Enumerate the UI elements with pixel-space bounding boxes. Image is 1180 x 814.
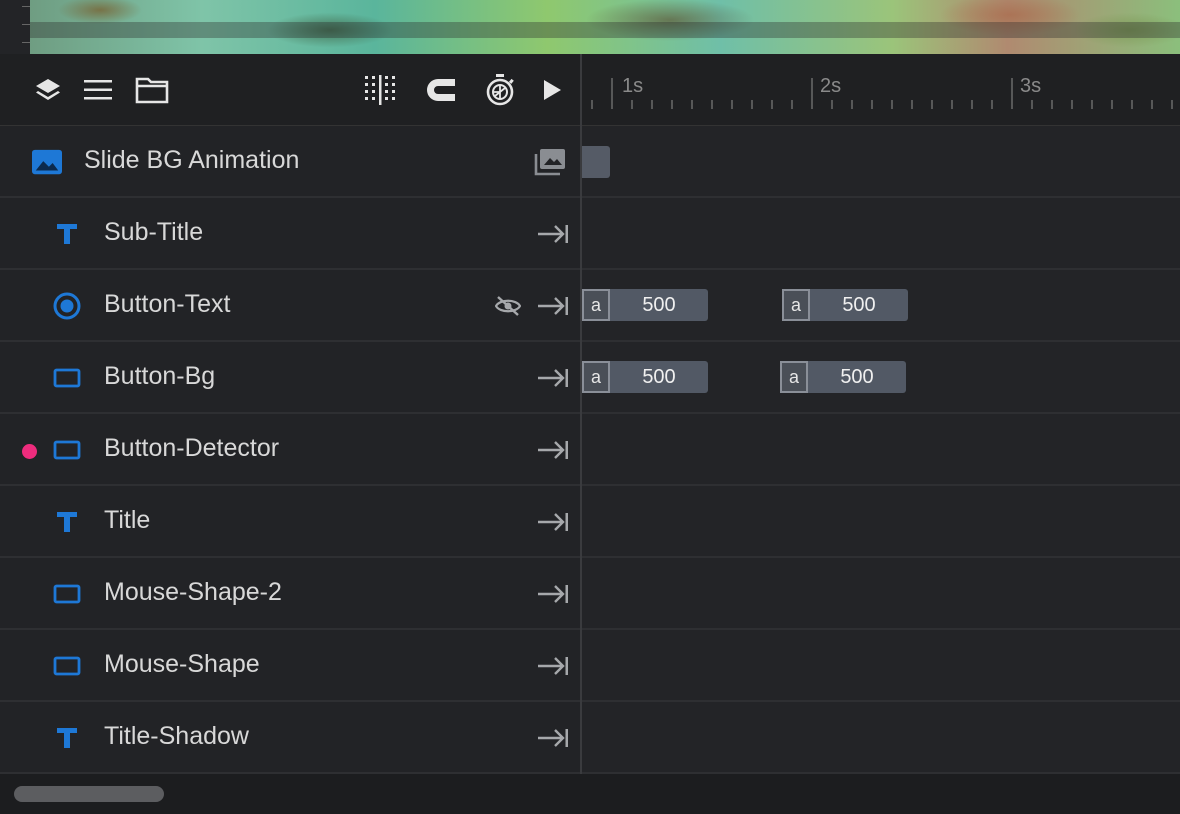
track-mouse-shape[interactable] [582,630,1180,702]
ruler-ticks [591,78,1173,109]
segment-duration[interactable]: 500 [610,361,708,393]
layer-label: Title-Shadow [104,722,249,750]
radio-layer-icon [52,292,82,320]
layer-row-button-text[interactable]: Button-Text [0,270,580,342]
ruler-label-2s: 2s [820,75,842,97]
list-icon[interactable] [80,74,116,106]
grid-snap-icon[interactable] [362,74,398,106]
track-title[interactable] [582,486,1180,558]
layer-label: Title [104,506,151,534]
track-slide-bg-animation[interactable] [582,126,1180,198]
layer-row-button-bg[interactable]: Button-Bg [0,342,580,414]
layer-list: Slide BG Animation Sub-Title Button-Text [0,126,580,774]
jump-to-end-icon[interactable] [536,294,570,318]
animation-segment[interactable]: a 500 [582,289,708,321]
image-gallery-icon[interactable] [534,147,566,177]
track-title-shadow[interactable] [582,702,1180,774]
shape-layer-icon [52,364,82,392]
text-layer-icon [52,220,82,248]
magnet-icon[interactable] [422,74,458,106]
segment-duration[interactable]: 500 [810,289,908,321]
segment-tag[interactable]: a [582,361,610,393]
animation-segment[interactable]: a 500 [582,361,708,393]
layer-row-button-detector[interactable]: Button-Detector [0,414,580,486]
text-layer-icon [52,508,82,536]
track-button-bg[interactable]: a 500 a 500 [582,342,1180,414]
jump-to-end-icon[interactable] [536,582,570,606]
layers-toolbar [0,54,580,126]
slide-background-image [30,0,1180,54]
layer-label: Button-Bg [104,362,216,390]
animation-segment[interactable]: a 500 [780,361,906,393]
bg-animation-block[interactable] [582,146,610,178]
segment-duration[interactable]: 500 [610,289,708,321]
track-button-detector[interactable] [582,414,1180,486]
segment-tag[interactable]: a [780,361,808,393]
layer-row-slide-bg-animation[interactable]: Slide BG Animation [0,126,580,198]
track-mouse-shape-2[interactable] [582,558,1180,630]
layers-icon[interactable] [30,74,66,106]
jump-to-end-icon[interactable] [536,438,570,462]
layer-row-title[interactable]: Title [0,486,580,558]
jump-to-end-icon[interactable] [536,366,570,390]
layer-label: Mouse-Shape [104,650,260,678]
layer-label: Button-Text [104,290,231,318]
segment-duration[interactable]: 500 [808,361,906,393]
layer-row-sub-title[interactable]: Sub-Title [0,198,580,270]
jump-to-end-icon[interactable] [536,654,570,678]
layer-row-mouse-shape-2[interactable]: Mouse-Shape-2 [0,558,580,630]
shape-layer-icon [52,436,82,464]
segment-tag[interactable]: a [782,289,810,321]
segment-tag[interactable]: a [582,289,610,321]
layer-label: Slide BG Animation [84,146,300,174]
animation-segment[interactable]: a 500 [782,289,908,321]
track-button-text[interactable]: a 500 a 500 [582,270,1180,342]
layer-marker-dot [22,444,37,459]
stopwatch-icon[interactable] [482,74,518,106]
horizontal-scrollbar[interactable] [0,774,1180,814]
folder-icon[interactable] [134,74,170,106]
shape-layer-icon [52,580,82,608]
timeline-tracks: a 500 a 500 a 500 a 500 [582,126,1180,774]
preview-ruler [0,0,30,54]
ruler-label-1s: 1s [622,75,644,97]
shape-layer-icon [52,652,82,680]
play-icon[interactable] [534,74,570,106]
ruler-label-3s: 3s [1020,75,1042,97]
layer-row-mouse-shape[interactable]: Mouse-Shape [0,630,580,702]
jump-to-end-icon[interactable] [536,726,570,750]
layer-label: Sub-Title [104,218,204,246]
layer-label: Button-Detector [104,434,280,462]
image-icon [32,148,62,176]
scrollbar-thumb[interactable] [14,786,164,802]
slide-preview [0,0,1180,54]
layer-row-title-shadow[interactable]: Title-Shadow [0,702,580,774]
visibility-off-icon[interactable] [494,294,522,318]
jump-to-end-icon[interactable] [536,510,570,534]
track-sub-title[interactable] [582,198,1180,270]
timeline-ruler[interactable]: 1s 2s 3s [582,54,1180,126]
jump-to-end-icon[interactable] [536,222,570,246]
layer-label: Mouse-Shape-2 [104,578,282,606]
text-layer-icon [52,724,82,752]
